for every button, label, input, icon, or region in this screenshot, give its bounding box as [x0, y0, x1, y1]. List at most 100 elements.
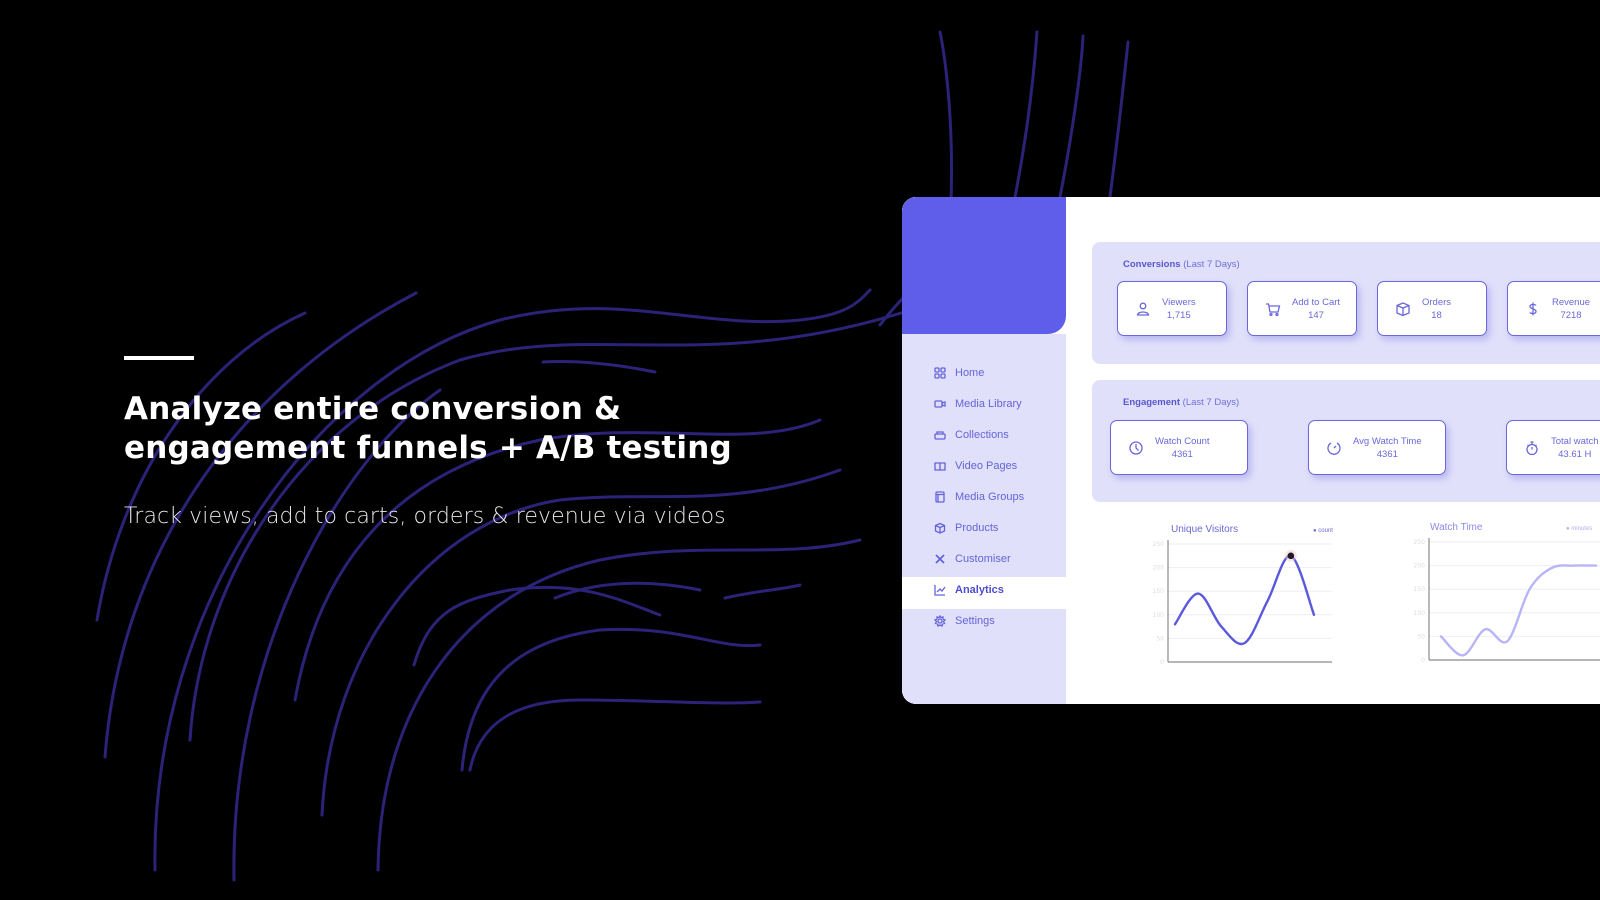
sidebar-item-label: Media Library	[955, 397, 1022, 410]
sidebar-item-label: Video Pages	[955, 459, 1018, 472]
clock-icon	[1125, 440, 1147, 456]
curve	[553, 581, 702, 600]
stat-label: Add to Cart	[1292, 296, 1341, 308]
conversions-panel: Conversions (Last 7 Days) Viewers 1,715 A…	[1092, 242, 1600, 364]
logo-block	[902, 197, 1066, 334]
sidebar-item-label: Media Groups	[955, 490, 1025, 503]
user-icon	[1132, 301, 1154, 317]
hero: Analyze entire conversion & engagement f…	[124, 356, 824, 529]
hero-title-line-2: engagement funnels + A/B testing	[124, 430, 732, 466]
stat-label: Avg Watch Time	[1353, 435, 1422, 447]
stat-value: 1,715	[1166, 309, 1191, 321]
sidebar-item-label: Home	[955, 366, 985, 379]
hero-title-line-1: Analyze entire conversion &	[124, 391, 622, 427]
curve	[376, 538, 862, 872]
cart-icon	[1262, 301, 1284, 317]
stack-icon	[933, 428, 947, 442]
stat-card-orders[interactable]: Orders 18	[1377, 281, 1487, 336]
tools-icon	[933, 552, 947, 566]
y-tick-label: 100	[1414, 610, 1426, 617]
stat-label: Revenue	[1552, 296, 1591, 308]
sidebar-item-customiser[interactable]: Customiser	[902, 543, 1066, 574]
y-tick-label: 250	[1153, 541, 1165, 548]
sidebar-item-label: Analytics	[955, 583, 1004, 596]
video-camera-icon	[933, 397, 947, 411]
stat-label: Total watch	[1551, 435, 1599, 447]
curve	[723, 583, 802, 600]
hero-subtitle: Track views, add to carts, orders & reve…	[124, 504, 726, 529]
sidebar-item-collections[interactable]: Collections	[902, 419, 1066, 450]
sidebar-item-media-groups[interactable]: Media Groups	[902, 481, 1066, 512]
sidebar: Home Media Library Collections Video Pag…	[902, 197, 1066, 704]
sidebar-item-label: Products	[955, 521, 999, 534]
sidebar-item-products[interactable]: Products	[902, 512, 1066, 543]
curve	[412, 585, 662, 667]
series-line	[1173, 554, 1316, 646]
sidebar-item-analytics[interactable]: Analytics	[902, 574, 1066, 605]
curve	[468, 698, 762, 772]
y-tick-label: 100	[1153, 612, 1165, 619]
sidebar-item-home[interactable]: Home	[902, 357, 1066, 388]
grid-icon	[933, 366, 947, 380]
stat-card-watch-count[interactable]: Watch Count 4361	[1110, 420, 1248, 475]
sidebar-item-settings[interactable]: Settings	[902, 605, 1066, 636]
stat-value: 4361	[1171, 448, 1193, 460]
y-tick-label: 0	[1421, 657, 1425, 664]
y-tick-label: 50	[1156, 635, 1164, 642]
stat-value: 7218	[1560, 309, 1582, 321]
engagement-period: (Last 7 Days)	[1182, 397, 1240, 408]
conversions-period: (Last 7 Days)	[1183, 259, 1240, 270]
sidebar-item-label: Settings	[955, 614, 995, 627]
sidebar-menu: Home Media Library Collections Video Pag…	[902, 357, 1066, 636]
hero-accent-bar	[124, 356, 194, 360]
sidebar-item-label: Collections	[955, 428, 1009, 441]
stat-label: Viewers	[1162, 296, 1196, 308]
chart-svg: 0 50 100 150 200 250	[1414, 538, 1600, 664]
unique-visitors-chart: Unique Visitors ● count 0 50 100 150 200 250	[1130, 522, 1340, 672]
y-tick-label: 0	[1160, 659, 1164, 666]
highlight-point	[1287, 552, 1295, 560]
stat-card-revenue[interactable]: Revenue 7218	[1507, 281, 1600, 336]
box-icon	[1392, 301, 1414, 317]
y-tick-label: 200	[1414, 563, 1426, 570]
stat-label: Watch Count	[1155, 435, 1210, 447]
y-tick-label: 200	[1153, 565, 1165, 572]
stat-card-viewers[interactable]: Viewers 1,715	[1117, 281, 1227, 336]
watch-time-chart: Watch Time ● minutes 0 50 100 150 200 250	[1391, 520, 1600, 670]
engagement-heading: Engagement	[1123, 397, 1181, 408]
curve	[1058, 34, 1085, 199]
series-line	[1439, 564, 1598, 657]
book-icon	[933, 459, 947, 473]
layout-icon	[933, 490, 947, 504]
stat-value: 43.61 H	[1558, 448, 1592, 460]
timer-icon	[1323, 440, 1345, 456]
gear-icon	[933, 614, 947, 628]
stat-card-add-to-cart[interactable]: Add to Cart 147	[1247, 281, 1357, 336]
y-tick-label: 150	[1153, 588, 1165, 595]
curve	[1108, 40, 1130, 199]
stopwatch-icon	[1521, 440, 1543, 456]
stat-label: Orders	[1422, 296, 1452, 308]
sidebar-item-media-library[interactable]: Media Library	[902, 388, 1066, 419]
stat-value: 147	[1308, 309, 1324, 321]
conversions-title: Conversions (Last 7 Days)	[1123, 259, 1240, 270]
y-tick-label: 150	[1414, 586, 1426, 593]
conversions-heading: Conversions	[1123, 259, 1181, 270]
hero-title: Analyze entire conversion & engagement f…	[124, 390, 824, 468]
stat-value: 4361	[1376, 448, 1398, 460]
sidebar-item-video-pages[interactable]: Video Pages	[902, 450, 1066, 481]
y-tick-label: 50	[1417, 633, 1425, 640]
chart-svg: 0 50 100 150 200 250	[1153, 540, 1332, 666]
curve	[1013, 30, 1039, 199]
sidebar-item-label: Customiser	[955, 552, 1011, 565]
chart-line-icon	[933, 583, 947, 597]
main-content: Conversions (Last 7 Days) Viewers 1,715 A…	[1066, 197, 1600, 704]
dollar-icon	[1522, 301, 1544, 317]
engagement-title: Engagement (Last 7 Days)	[1123, 397, 1239, 408]
stat-card-total-watch[interactable]: Total watch 43.61 H	[1506, 420, 1600, 475]
box-icon	[933, 521, 947, 535]
stat-value: 18	[1431, 309, 1442, 321]
app-window: Home Media Library Collections Video Pag…	[902, 197, 1600, 704]
engagement-panel: Engagement (Last 7 Days) Watch Count 4361…	[1092, 380, 1600, 502]
stat-card-avg-watch-time[interactable]: Avg Watch Time 4361	[1308, 420, 1446, 475]
